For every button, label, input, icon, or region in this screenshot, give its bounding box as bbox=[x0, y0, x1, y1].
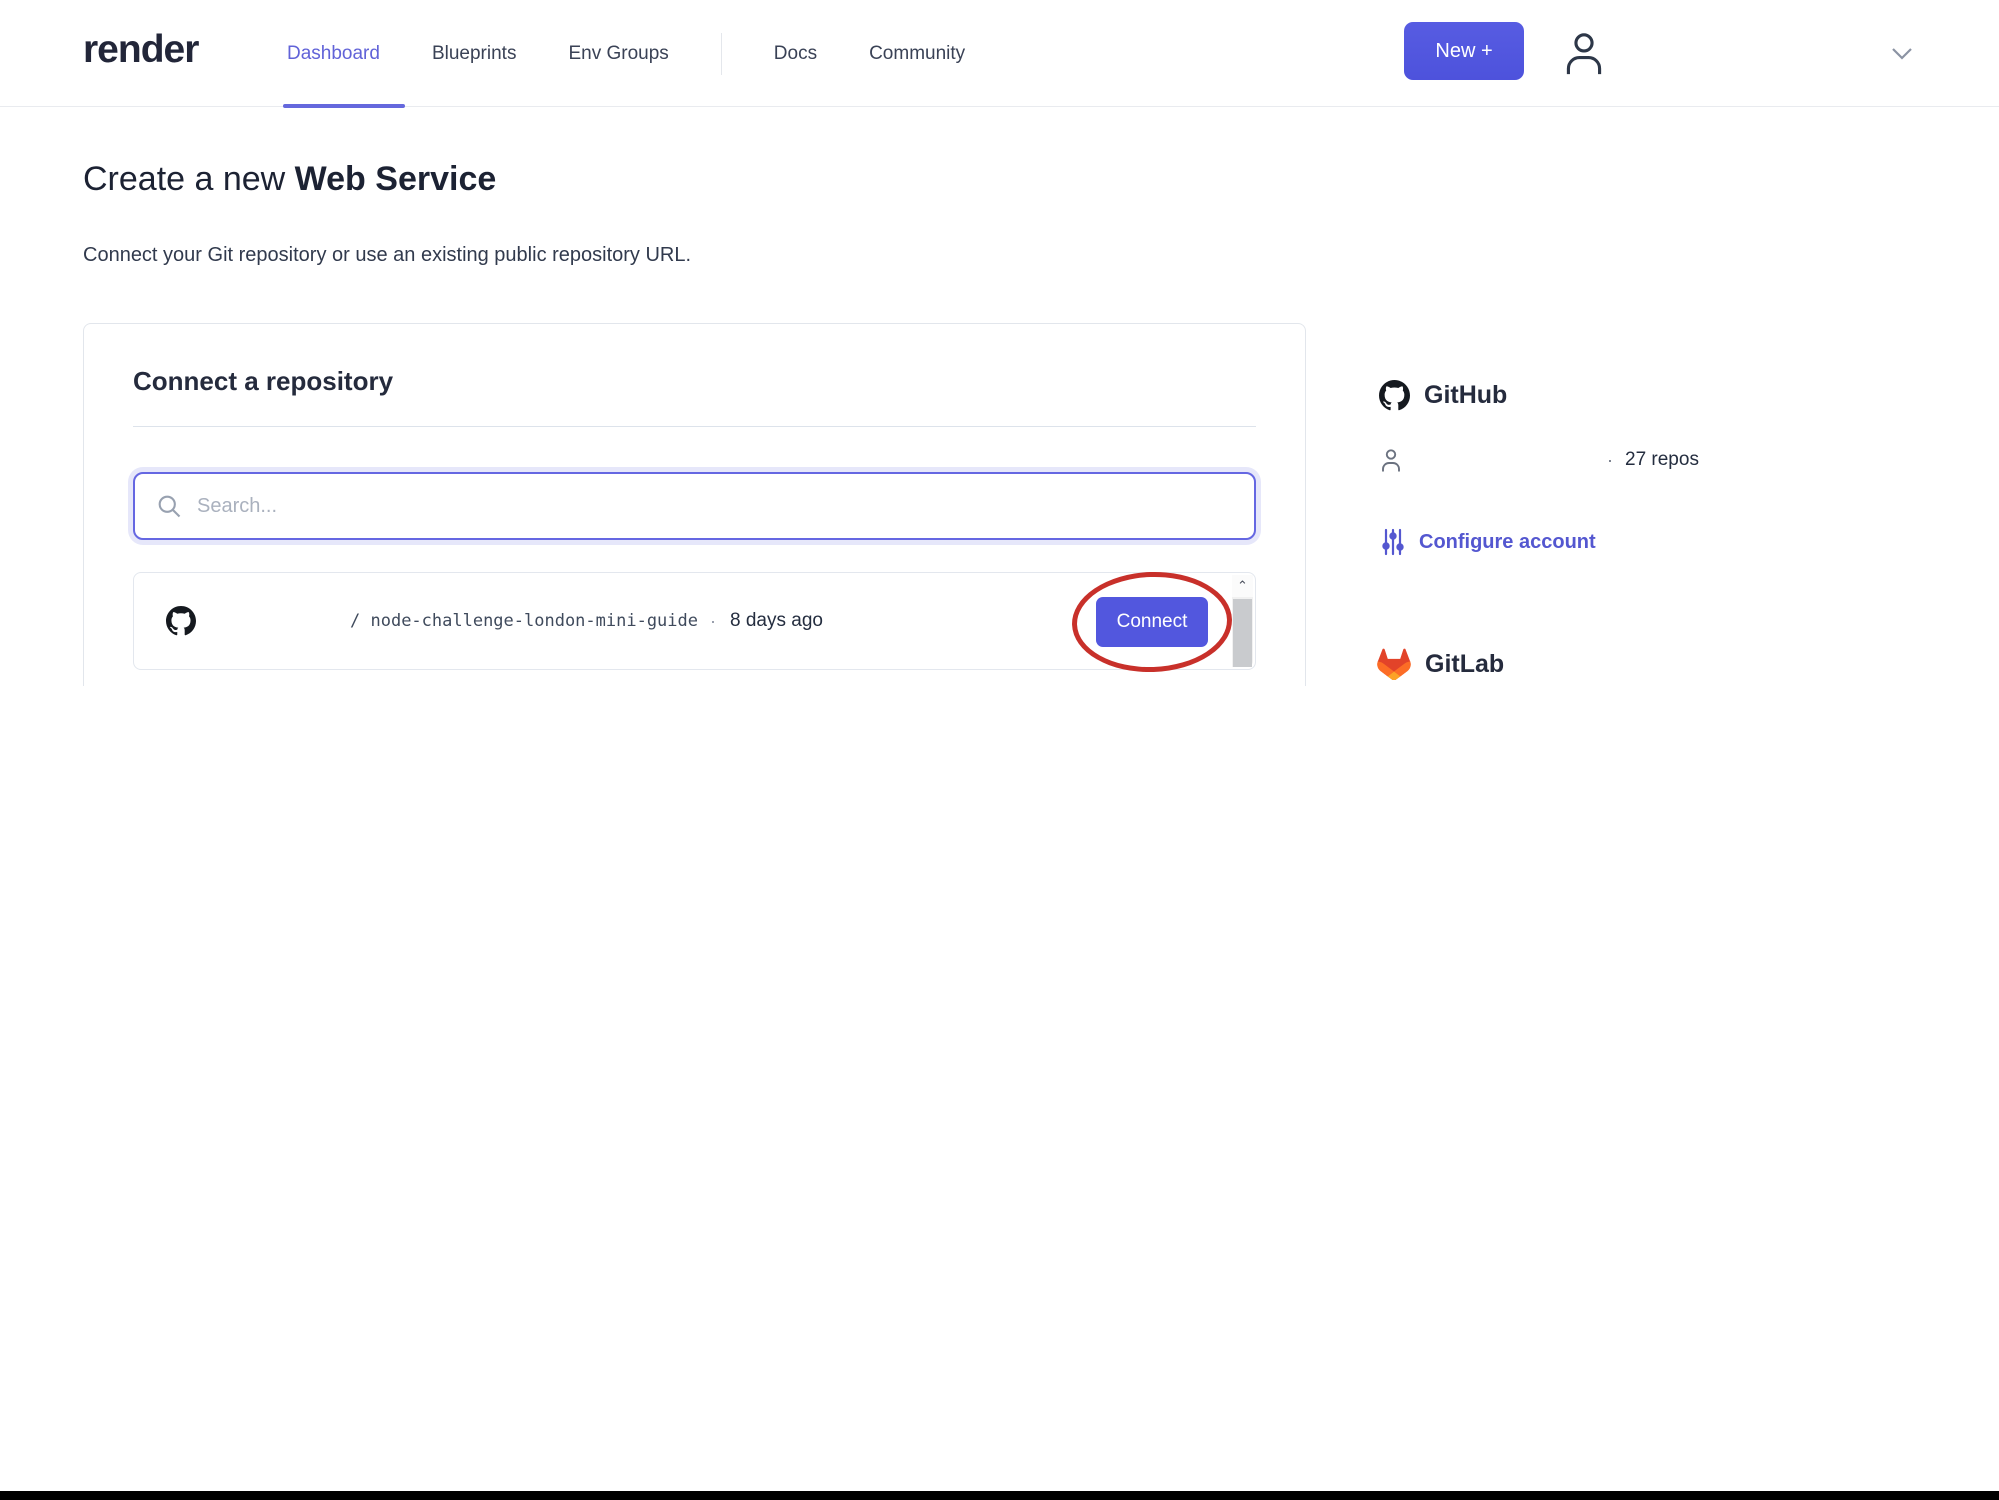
github-account-row: · 27 repos bbox=[1379, 447, 1699, 473]
render-logo[interactable]: render bbox=[83, 28, 199, 72]
chevron-down-icon bbox=[1891, 47, 1913, 61]
nav-item-blueprints[interactable]: Blueprints bbox=[432, 43, 517, 65]
top-navigation: render Dashboard Blueprints Env Groups D… bbox=[0, 0, 1999, 108]
configure-account-label: Configure account bbox=[1419, 530, 1596, 553]
nav-item-env-groups[interactable]: Env Groups bbox=[568, 43, 668, 65]
scrollbar-up-arrow[interactable]: ⌃ bbox=[1232, 575, 1253, 597]
person-icon bbox=[1562, 29, 1606, 77]
count-separator: · bbox=[1607, 449, 1613, 470]
workspace-dropdown-button[interactable] bbox=[1882, 34, 1922, 74]
nav-item-dashboard[interactable]: Dashboard bbox=[287, 43, 380, 65]
nav-item-docs[interactable]: Docs bbox=[774, 43, 817, 65]
repo-list: / node-challenge-london-mini-guide · 8 d… bbox=[133, 569, 1256, 675]
card-heading: Connect a repository bbox=[133, 366, 394, 396]
scrollbar-thumb[interactable] bbox=[1233, 599, 1252, 667]
repo-separator: · bbox=[710, 610, 716, 631]
user-avatar-button[interactable] bbox=[1558, 24, 1610, 82]
redacted-username bbox=[204, 608, 350, 634]
nav-divider bbox=[720, 32, 722, 75]
configure-account-link[interactable]: Configure account bbox=[1381, 528, 1596, 556]
repo-search bbox=[133, 472, 1256, 540]
repo-path: / node-challenge-london-mini-guide bbox=[350, 611, 698, 631]
repo-count: 27 repos bbox=[1625, 449, 1699, 470]
card-divider bbox=[133, 426, 1256, 427]
nav-item-community[interactable]: Community bbox=[869, 43, 965, 65]
page-title: Create a new Web Service bbox=[83, 160, 497, 198]
github-icon bbox=[166, 606, 196, 636]
gitlab-icon bbox=[1377, 648, 1411, 680]
active-tab-underline bbox=[283, 104, 405, 108]
connect-repository-card: Connect a repository / node-challenge-lo… bbox=[83, 323, 1306, 686]
repo-row: / node-challenge-london-mini-guide · 8 d… bbox=[134, 573, 1255, 669]
github-section-header: GitHub bbox=[1379, 380, 1507, 411]
repo-list-scrollbar[interactable]: ⌃ bbox=[1232, 575, 1253, 667]
new-button[interactable]: New + bbox=[1404, 22, 1524, 80]
primary-nav: Dashboard Blueprints Env Groups Docs Com… bbox=[287, 0, 965, 107]
gitlab-section-header: GitLab bbox=[1377, 648, 1504, 680]
search-input[interactable] bbox=[133, 472, 1256, 540]
page-subtitle: Connect your Git repository or use an ex… bbox=[83, 244, 692, 266]
bottom-black-bar bbox=[0, 1491, 1999, 1500]
person-icon bbox=[1379, 447, 1403, 473]
github-icon bbox=[1379, 380, 1410, 411]
github-title: GitHub bbox=[1424, 381, 1508, 409]
gitlab-title: GitLab bbox=[1425, 649, 1505, 678]
redacted-account-name bbox=[1411, 449, 1607, 471]
repo-updated: 8 days ago bbox=[730, 610, 823, 631]
connect-button[interactable]: Connect bbox=[1096, 597, 1208, 647]
sliders-icon bbox=[1381, 528, 1405, 556]
